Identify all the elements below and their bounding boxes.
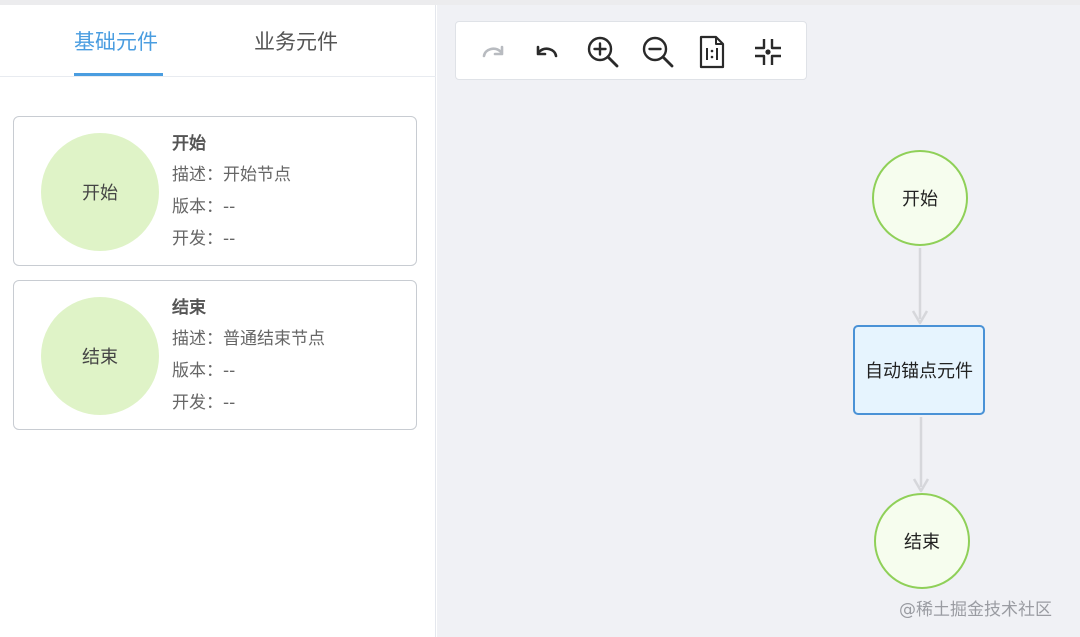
tab-business-components[interactable]: 业务元件: [254, 27, 338, 57]
flow-canvas[interactable]: 开始 自动锚点元件 结束 @稀土掘金技术社区: [437, 5, 1080, 637]
component-info: 结束 描述：普通结束节点 版本：-- 开发：--: [172, 293, 325, 419]
edge-start-to-anchor[interactable]: [911, 248, 929, 325]
flow-node-auto-anchor[interactable]: 自动锚点元件: [853, 325, 985, 415]
component-info: 开始 描述：开始节点 版本：-- 开发：--: [172, 129, 291, 255]
component-card-start[interactable]: 开始 开始 描述：开始节点 版本：-- 开发：--: [13, 116, 417, 266]
end-node-preview: 结束: [41, 297, 159, 415]
component-developer: 开发：--: [172, 229, 236, 249]
edge-anchor-to-end[interactable]: [912, 417, 930, 493]
component-title: 开始: [172, 134, 206, 154]
tab-basic-components[interactable]: 基础元件: [74, 27, 158, 57]
component-card-end[interactable]: 结束 结束 描述：普通结束节点 版本：-- 开发：--: [13, 280, 417, 430]
start-node-preview: 开始: [41, 133, 159, 251]
flow-edges: [911, 248, 930, 493]
component-version: 版本：--: [172, 361, 236, 381]
flow-node-end[interactable]: 结束: [874, 493, 970, 589]
component-description: 描述：普通结束节点: [172, 329, 325, 349]
component-version: 版本：--: [172, 197, 236, 217]
component-developer: 开发：--: [172, 393, 236, 413]
component-tabs: 基础元件 业务元件: [0, 5, 436, 77]
flow-node-start[interactable]: 开始: [872, 150, 968, 246]
component-title: 结束: [172, 298, 206, 318]
active-tab-indicator: [74, 73, 163, 76]
component-panel: 基础元件 业务元件 开始 开始 描述：开始节点 版本：-- 开发：-- 结束 结…: [0, 5, 436, 637]
component-description: 描述：开始节点: [172, 165, 291, 185]
watermark: @稀土掘金技术社区: [899, 600, 1052, 620]
